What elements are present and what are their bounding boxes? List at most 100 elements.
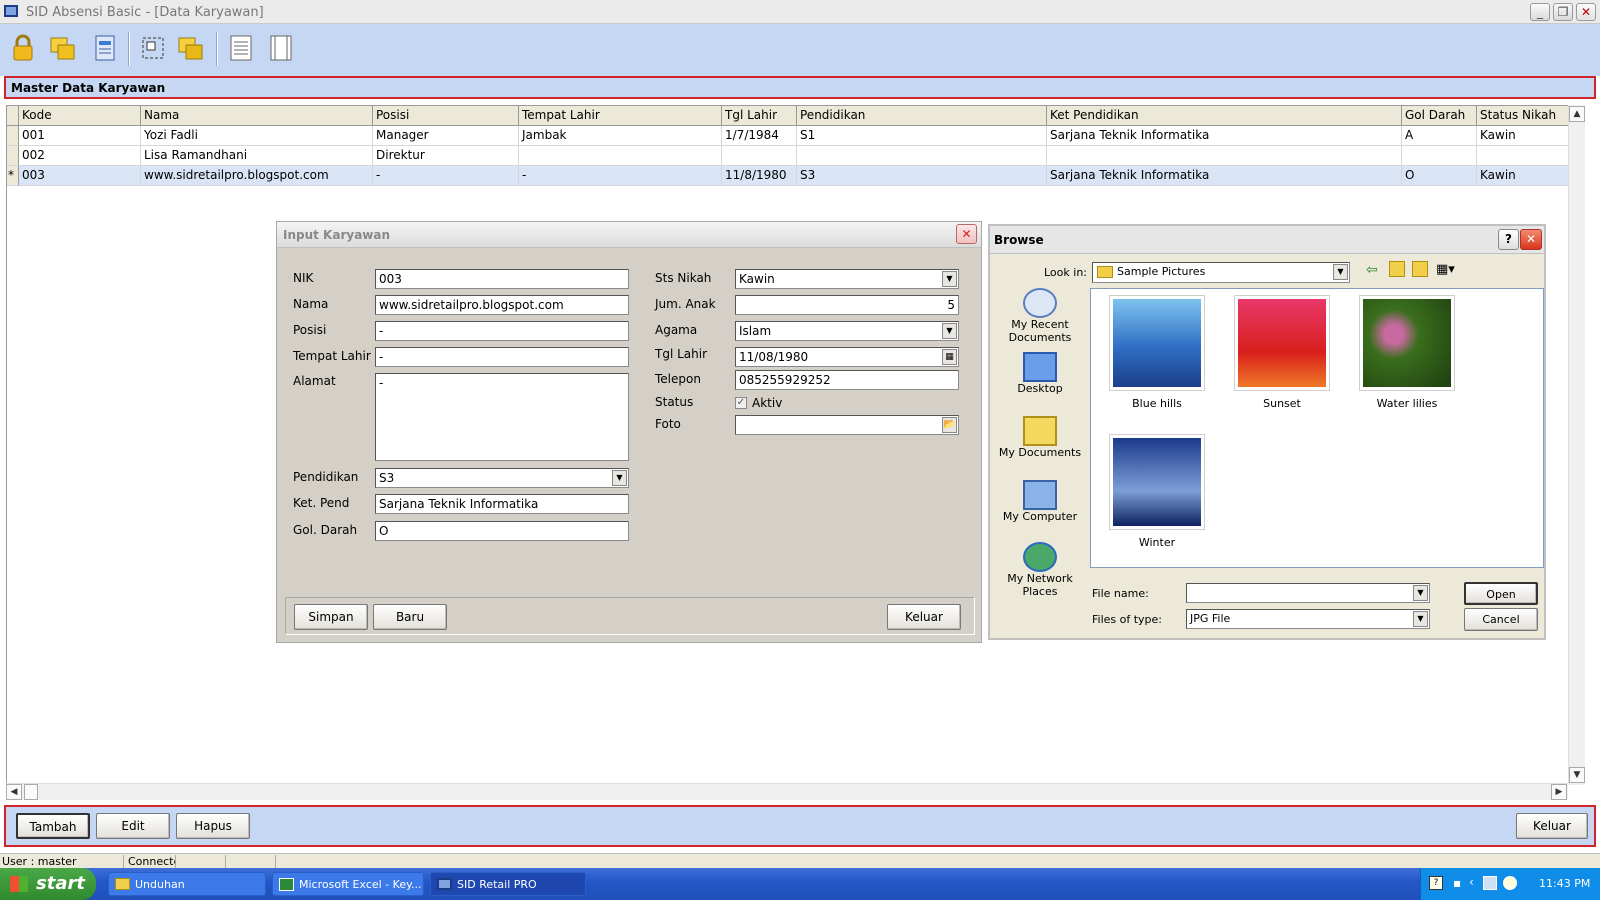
scroll-left-icon[interactable]: ◀ — [6, 784, 22, 800]
column-header[interactable]: Tgl Lahir — [722, 106, 797, 126]
files-of-type-select[interactable]: JPG File ▼ — [1186, 609, 1430, 629]
column-header[interactable]: Pendidikan — [797, 106, 1047, 126]
row-marker[interactable]: * — [7, 166, 19, 186]
file-item[interactable]: Blue hills — [1107, 295, 1207, 410]
file-name-input[interactable]: ▼ — [1186, 583, 1430, 603]
cell[interactable]: Kawin — [1477, 126, 1577, 146]
nama-field[interactable]: www.sidretailpro.blogspot.com — [375, 295, 629, 315]
minimize-button[interactable]: _ — [1530, 3, 1550, 21]
cell[interactable]: www.sidretailpro.blogspot.com — [141, 166, 373, 186]
simpan-button[interactable]: Simpan — [294, 604, 368, 630]
cell[interactable]: 11/8/1980 — [722, 166, 797, 186]
place-my-computer[interactable]: My Computer — [992, 480, 1088, 523]
task-unduhan[interactable]: Unduhan — [108, 872, 266, 896]
tambah-button[interactable]: Tambah — [16, 813, 90, 839]
dialog-close-icon[interactable]: ✕ — [956, 224, 977, 244]
column-header[interactable]: Tempat Lahir — [519, 106, 722, 126]
column-header[interactable]: Status Nikah — [1477, 106, 1577, 126]
expand-tray-icon[interactable]: ‹ — [1469, 875, 1474, 889]
task-excel[interactable]: Microsoft Excel - Key... — [272, 872, 424, 896]
alamat-textarea[interactable]: - — [375, 373, 629, 461]
place-desktop[interactable]: Desktop — [992, 352, 1088, 395]
cell[interactable]: 002 — [19, 146, 141, 166]
table-row[interactable]: * 003 www.sidretailpro.blogspot.com - - … — [7, 166, 1577, 186]
hapus-button[interactable]: Hapus — [176, 813, 250, 839]
calendar-icon[interactable]: ▦ — [942, 349, 957, 365]
cell[interactable]: Jambak — [519, 126, 722, 146]
file-item[interactable]: Winter — [1107, 434, 1207, 549]
chevron-down-icon[interactable]: ▼ — [612, 470, 627, 486]
help-button[interactable]: ? — [1498, 229, 1519, 250]
cell[interactable]: Direktur — [373, 146, 519, 166]
cell[interactable]: - — [373, 166, 519, 186]
cell[interactable]: A — [1402, 126, 1477, 146]
cell[interactable]: - — [519, 166, 722, 186]
cell[interactable]: Yozi Fadli — [141, 126, 373, 146]
file-item[interactable]: Sunset — [1232, 295, 1332, 410]
chevron-down-icon[interactable]: ▼ — [1413, 611, 1428, 627]
new-folder-icon[interactable] — [1412, 261, 1428, 277]
maximize-button[interactable]: ❐ — [1553, 3, 1573, 21]
scroll-right-icon[interactable]: ▶ — [1551, 784, 1567, 800]
cell[interactable]: 1/7/1984 — [722, 126, 797, 146]
open-folder-icon[interactable]: 📂 — [942, 417, 957, 433]
open-button[interactable]: Open — [1464, 582, 1538, 605]
folders-icon[interactable] — [48, 32, 78, 64]
column-header[interactable]: Ket Pendidikan — [1047, 106, 1402, 126]
cell[interactable]: Lisa Ramandhani — [141, 146, 373, 166]
cell[interactable]: Sarjana Teknik Informatika — [1047, 166, 1402, 186]
help-tray-icon[interactable]: ? — [1429, 876, 1443, 890]
column-header[interactable]: Nama — [141, 106, 373, 126]
look-in-select[interactable]: Sample Pictures ▼ — [1092, 262, 1350, 283]
column-header[interactable]: Kode — [19, 106, 141, 126]
scroll-up-icon[interactable]: ▲ — [1569, 106, 1585, 122]
cancel-button[interactable]: Cancel — [1464, 608, 1538, 631]
cell[interactable]: O — [1402, 166, 1477, 186]
cell[interactable] — [1402, 146, 1477, 166]
cell[interactable] — [1477, 146, 1577, 166]
task-sid-retail[interactable]: SID Retail PRO — [430, 872, 586, 896]
row-marker[interactable] — [7, 126, 19, 146]
ket-pend-field[interactable]: Sarjana Teknik Informatika — [375, 494, 629, 514]
cell[interactable] — [722, 146, 797, 166]
report-icon[interactable] — [90, 32, 120, 64]
scroll-thumb[interactable] — [24, 784, 38, 800]
chevron-down-icon[interactable]: ▼ — [1333, 264, 1348, 280]
grid-icon[interactable] — [266, 32, 296, 64]
aktiv-checkbox[interactable]: ✓ — [735, 397, 747, 409]
foto-field[interactable]: 📂 — [735, 415, 959, 435]
volume-tray-icon[interactable] — [1503, 876, 1517, 890]
place-network[interactable]: My Network Places — [992, 542, 1088, 598]
table-row[interactable]: 001 Yozi Fadli Manager Jambak 1/7/1984 S… — [7, 126, 1577, 146]
agama-select[interactable]: Islam ▼ — [735, 321, 959, 341]
jum-anak-field[interactable]: 5 — [735, 295, 959, 315]
cell[interactable]: Kawin — [1477, 166, 1577, 186]
tempat-lahir-field[interactable]: - — [375, 347, 629, 367]
baru-button[interactable]: Baru — [373, 604, 447, 630]
nik-field[interactable]: 003 — [375, 269, 629, 289]
keluar-button[interactable]: Keluar — [1516, 813, 1588, 839]
pendidikan-select[interactable]: S3 ▼ — [375, 468, 629, 488]
file-item[interactable]: Water lilies — [1357, 295, 1457, 410]
chevron-down-icon[interactable]: ▼ — [1413, 585, 1428, 601]
telepon-field[interactable]: 085255929252 — [735, 370, 959, 390]
cell[interactable]: S3 — [797, 166, 1047, 186]
chevron-down-icon[interactable]: ▼ — [942, 271, 957, 287]
up-folder-icon[interactable] — [1389, 261, 1405, 277]
edit-button[interactable]: Edit — [96, 813, 170, 839]
lock-icon[interactable] — [8, 32, 38, 64]
scroll-down-icon[interactable]: ▼ — [1569, 767, 1585, 783]
keluar-dialog-button[interactable]: Keluar — [887, 604, 961, 630]
cell[interactable]: Manager — [373, 126, 519, 146]
posisi-field[interactable]: - — [375, 321, 629, 341]
cell[interactable]: 001 — [19, 126, 141, 146]
cell[interactable] — [797, 146, 1047, 166]
cell[interactable] — [1047, 146, 1402, 166]
place-my-documents[interactable]: My Documents — [992, 416, 1088, 459]
cell[interactable]: Sarjana Teknik Informatika — [1047, 126, 1402, 146]
start-button[interactable]: start — [0, 868, 96, 900]
row-marker[interactable] — [7, 146, 19, 166]
horizontal-scrollbar[interactable]: ◀ ▶ — [6, 783, 1568, 800]
back-icon[interactable]: ⇦ — [1366, 262, 1378, 278]
list-icon[interactable] — [226, 32, 256, 64]
